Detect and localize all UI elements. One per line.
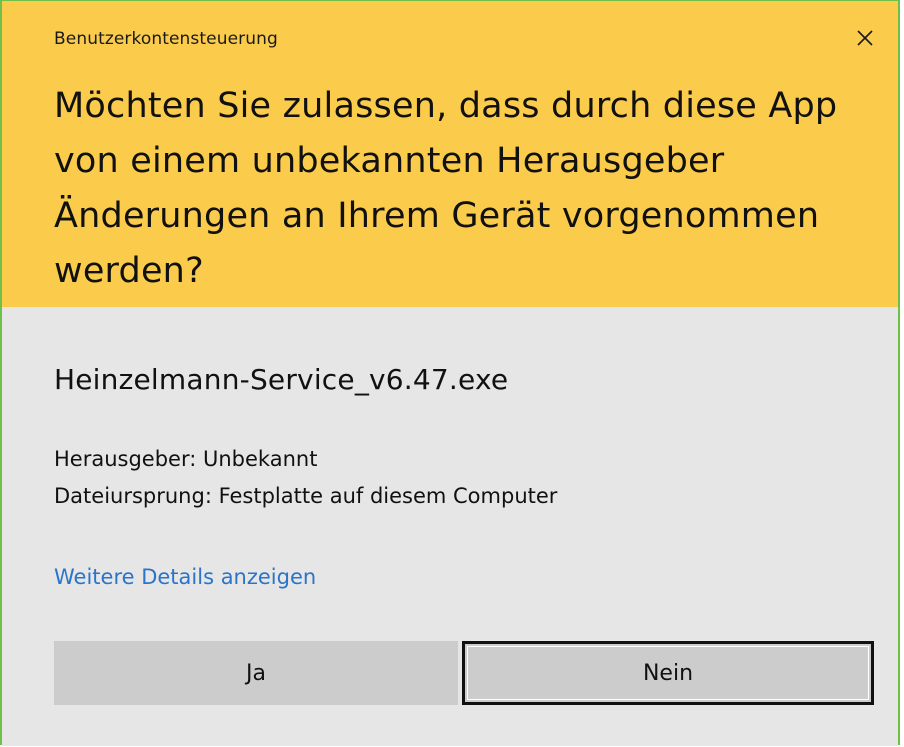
dialog-title: Benutzerkontensteuerung (54, 29, 278, 49)
yes-button[interactable]: Ja (54, 641, 458, 705)
consent-question: Möchten Sie zulassen, dass durch diese A… (54, 86, 838, 291)
publisher-info: Herausgeber: Unbekannt (54, 447, 318, 471)
close-icon-glyph (857, 30, 873, 46)
close-icon[interactable] (850, 23, 880, 53)
file-origin-info: Dateiursprung: Festplatte auf diesem Com… (54, 484, 558, 508)
dialog-body: Heinzelmann-Service_v6.47.exe Herausgebe… (2, 307, 898, 746)
no-button[interactable]: Nein (462, 641, 874, 705)
uac-dialog: Benutzerkontensteuerung Möchten Sie zula… (0, 0, 900, 746)
dialog-header: Benutzerkontensteuerung Möchten Sie zula… (2, 1, 898, 307)
show-more-details-link[interactable]: Weitere Details anzeigen (54, 565, 316, 589)
app-name: Heinzelmann-Service_v6.47.exe (54, 363, 509, 396)
